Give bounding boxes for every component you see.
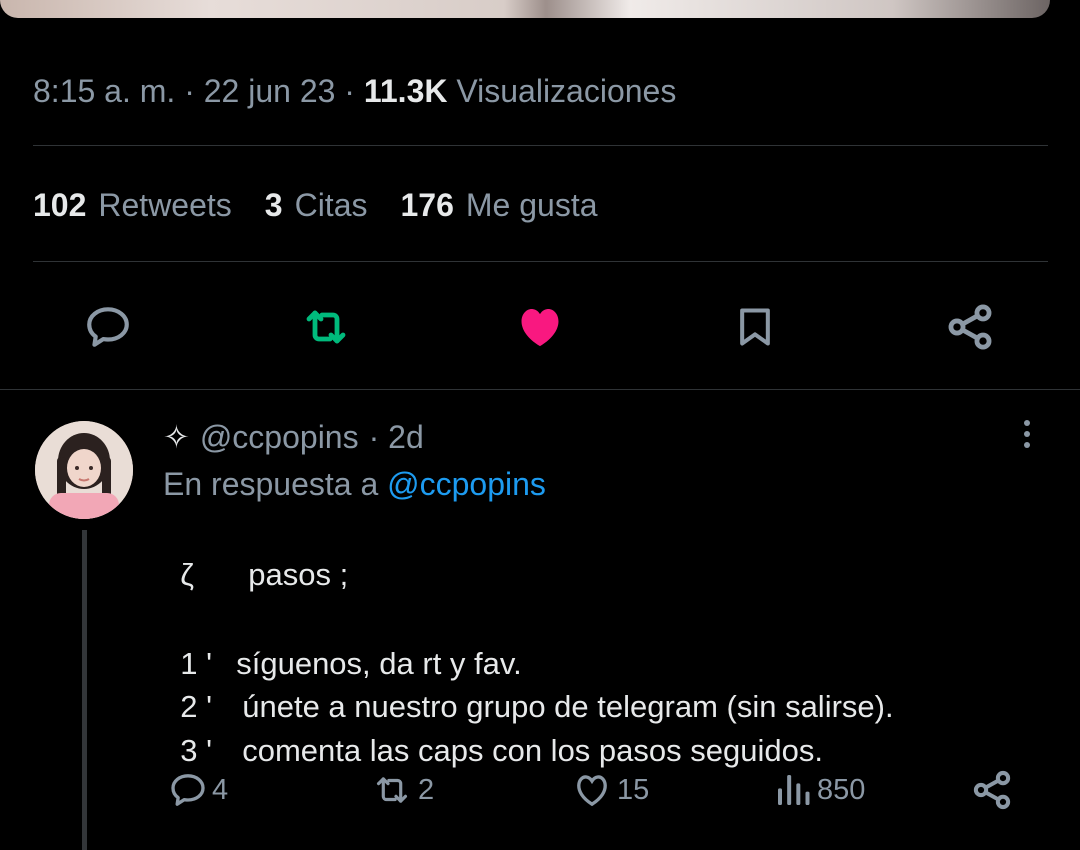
reply-reply-button[interactable]: 4 [168,768,228,812]
reply-text-line: ζ pasos ; [180,557,349,592]
more-icon [1024,420,1030,426]
meta-separator: · [344,73,355,109]
sparkle-icon: ✧ [163,419,190,455]
divider [33,261,1048,262]
like-icon [577,775,607,807]
in-reply-to-prefix: En respuesta a [163,466,379,502]
tweet-meta: 8:15 a. m. · 22 jun 23 · 11.3K Visualiza… [33,73,676,110]
reply-icon [87,307,129,347]
retweet-icon [306,310,346,344]
tweet-date[interactable]: 22 jun 23 [204,73,336,109]
reply-handle[interactable]: @ccpopins [200,419,359,456]
like-filled-icon [521,309,559,347]
reply-text-line: 3 ' comenta las caps con los pasos seguid… [180,733,823,768]
stat-likes[interactable]: 176 Me gusta [400,187,597,224]
more-options-button[interactable] [1012,415,1042,455]
tweet-action-bar [0,300,1080,354]
reply-header: ✧ @ccpopins · 2d [163,418,424,456]
divider [0,389,1080,390]
meta-separator: · [184,73,195,109]
reply-button[interactable] [80,300,136,354]
like-button[interactable] [512,300,568,354]
reply-like-button[interactable]: 15 [571,768,649,812]
share-icon [948,304,992,350]
avatar[interactable] [35,421,133,519]
share-icon [973,770,1011,810]
like-count: 15 [617,773,650,806]
retweet-count: 2 [418,773,435,806]
bookmark-button[interactable] [727,300,783,354]
retweet-button[interactable] [298,300,354,354]
avatar-image [35,421,133,519]
bookmark-icon [740,308,770,346]
reply-age[interactable]: · 2d [369,419,424,456]
reply-count: 4 [212,773,229,806]
tweet-stats: 102 Retweets 3 Citas 176 Me gusta [33,187,598,224]
divider [33,145,1048,146]
in-reply-to-handle-link[interactable]: @ccpopins [387,466,546,502]
reply-views-button[interactable]: 850 [773,768,865,812]
views-icon [778,775,810,805]
reply-retweet-button[interactable]: 2 [370,768,434,812]
tweet-time[interactable]: 8:15 a. m. [33,73,175,109]
stat-quotes[interactable]: 3 Citas [265,187,368,224]
views-count: 11.3K [363,73,448,109]
reply-action-bar: 4 2 15 850 [0,768,1080,812]
views-count: 850 [817,773,866,806]
in-reply-to: En respuesta a @ccpopins [163,466,546,503]
views-label: Visualizaciones [456,73,677,109]
share-button[interactable] [942,300,998,354]
reply-share-button[interactable] [970,768,1014,812]
reply-icon [171,774,205,806]
retweet-icon [376,777,408,803]
tweet-media-image-bottom[interactable] [0,0,1050,18]
stat-retweets[interactable]: 102 Retweets [33,187,232,224]
